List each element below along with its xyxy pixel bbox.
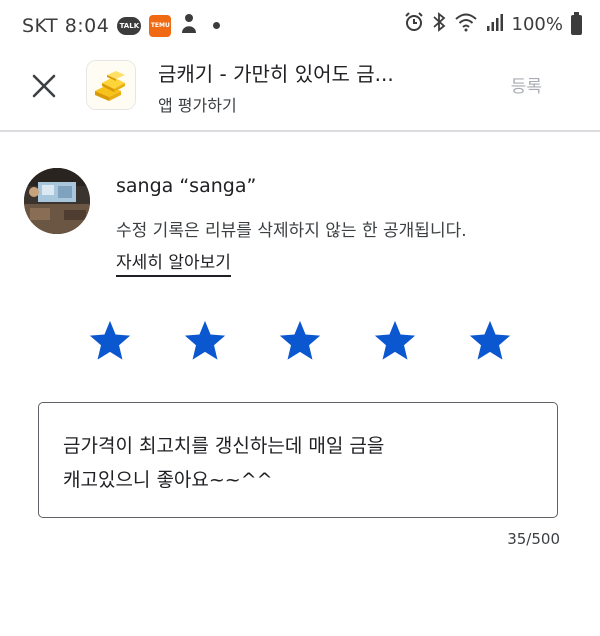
star-icon (374, 320, 416, 360)
review-text-field[interactable]: 금가격이 최고치를 갱신하는데 매일 금을 캐고있으니 좋아요~~^^ (38, 402, 558, 518)
battery-percent: 100% (511, 14, 563, 35)
star-icon (89, 320, 131, 360)
star-1-button[interactable] (87, 318, 133, 364)
star-2-button[interactable] (182, 318, 228, 364)
review-text: 금가격이 최고치를 갱신하는데 매일 금을 캐고있으니 좋아요~~^^ (63, 435, 385, 491)
carrier-time: SKT 8:04 (22, 14, 110, 37)
app-title: 금캐기 - 가만히 있어도 금... (158, 62, 394, 86)
star-rating (0, 318, 600, 366)
star-icon (184, 320, 226, 360)
notification-app-icon (179, 12, 199, 39)
reviewer-name: sanga “sanga” (116, 175, 257, 197)
signal-icon (486, 12, 504, 37)
star-4-button[interactable] (372, 318, 418, 364)
kakaotalk-icon: TALK (117, 16, 142, 35)
status-bar: SKT 8:04 TALK TEMU 100% (0, 0, 600, 50)
star-3-button[interactable] (277, 318, 323, 364)
avatar (24, 168, 90, 234)
close-button[interactable] (22, 64, 66, 108)
status-left: SKT 8:04 TALK TEMU (22, 12, 221, 39)
temu-icon: TEMU (149, 14, 172, 37)
public-notice: 수정 기록은 리뷰를 삭제하지 않는 한 공개됩니다. (116, 221, 467, 241)
battery-icon (571, 11, 582, 35)
star-5-button[interactable] (467, 318, 513, 364)
more-notifications-icon (213, 22, 221, 29)
bluetooth-icon (432, 12, 446, 37)
review-header: 금캐기 - 가만히 있어도 금... 앱 평가하기 등록 (0, 50, 600, 132)
star-icon (279, 320, 321, 360)
submit-button[interactable]: 등록 (511, 72, 542, 97)
page-subtitle: 앱 평가하기 (158, 96, 237, 115)
close-icon (32, 74, 56, 98)
alarm-icon (404, 12, 424, 37)
wifi-icon (454, 12, 478, 37)
status-right: 100% (404, 11, 582, 37)
learn-more-link[interactable]: 자세히 알아보기 (116, 248, 231, 277)
character-counter: 35/500 (507, 530, 560, 548)
gold-bars-icon (86, 60, 136, 110)
star-icon (469, 320, 511, 360)
